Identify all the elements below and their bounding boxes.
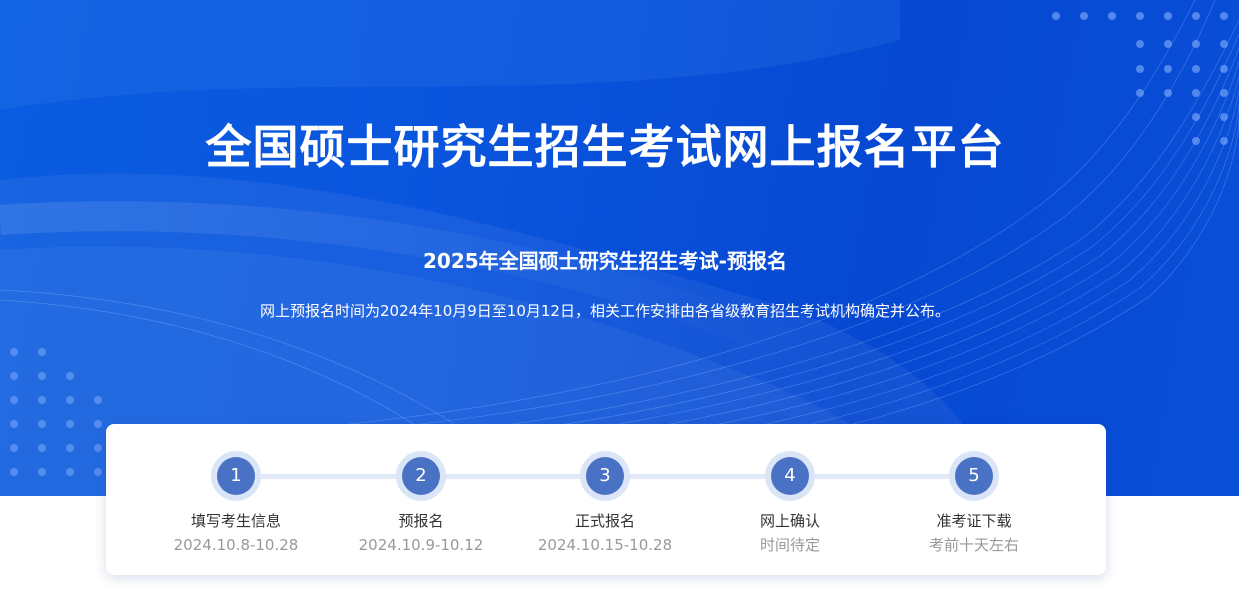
step-date: 2024.10.9-10.12: [358, 536, 484, 554]
step-admission-ticket-download[interactable]: 5 准考证下载 考前十天左右: [874, 451, 1074, 557]
step-number: 1: [217, 457, 255, 495]
step-label: 网上确认: [759, 512, 820, 530]
step-label: 预报名: [398, 512, 444, 530]
registration-notice: 网上预报名时间为2024年10月9日至10月12日，相关工作安排由各省级教育招生…: [260, 302, 950, 320]
step-fill-info[interactable]: 1 填写考生信息 2024.10.8-10.28: [136, 451, 336, 557]
step-circle-ring: 1: [211, 451, 261, 501]
step-date: 时间待定: [759, 536, 820, 554]
step-formal-registration[interactable]: 3 正式报名 2024.10.15-10.28: [505, 451, 705, 557]
page-title: 全国硕士研究生招生考试网上报名平台: [205, 120, 1005, 174]
step-number: 4: [771, 457, 809, 495]
step-label: 正式报名: [574, 512, 635, 530]
step-online-confirmation[interactable]: 4 网上确认 时间待定: [690, 451, 890, 557]
step-circle-ring: 2: [396, 451, 446, 501]
step-number: 2: [402, 457, 440, 495]
hero-banner: 全国硕士研究生招生考试网上报名平台 2025年全国硕士研究生招生考试-预报名 网…: [0, 0, 1239, 496]
step-date: 考前十天左右: [928, 536, 1019, 554]
step-label: 填写考生信息: [190, 512, 281, 530]
step-number: 5: [955, 457, 993, 495]
step-date: 2024.10.8-10.28: [173, 536, 299, 554]
registration-steps-card: 1 填写考生信息 2024.10.8-10.28 2 预报名 2024.10.9…: [106, 424, 1106, 575]
step-pre-registration[interactable]: 2 预报名 2024.10.9-10.12: [321, 451, 521, 557]
step-circle-ring: 3: [580, 451, 630, 501]
dot-pattern-decoration-left: [10, 348, 102, 476]
step-circle-ring: 5: [949, 451, 999, 501]
step-label: 准考证下载: [936, 512, 1012, 530]
step-number: 3: [586, 457, 624, 495]
page: 全国硕士研究生招生考试网上报名平台 2025年全国硕士研究生招生考试-预报名 网…: [0, 0, 1239, 596]
step-circle-ring: 4: [765, 451, 815, 501]
exam-subtitle: 2025年全国硕士研究生招生考试-预报名: [423, 249, 787, 273]
step-date: 2024.10.15-10.28: [537, 536, 673, 554]
